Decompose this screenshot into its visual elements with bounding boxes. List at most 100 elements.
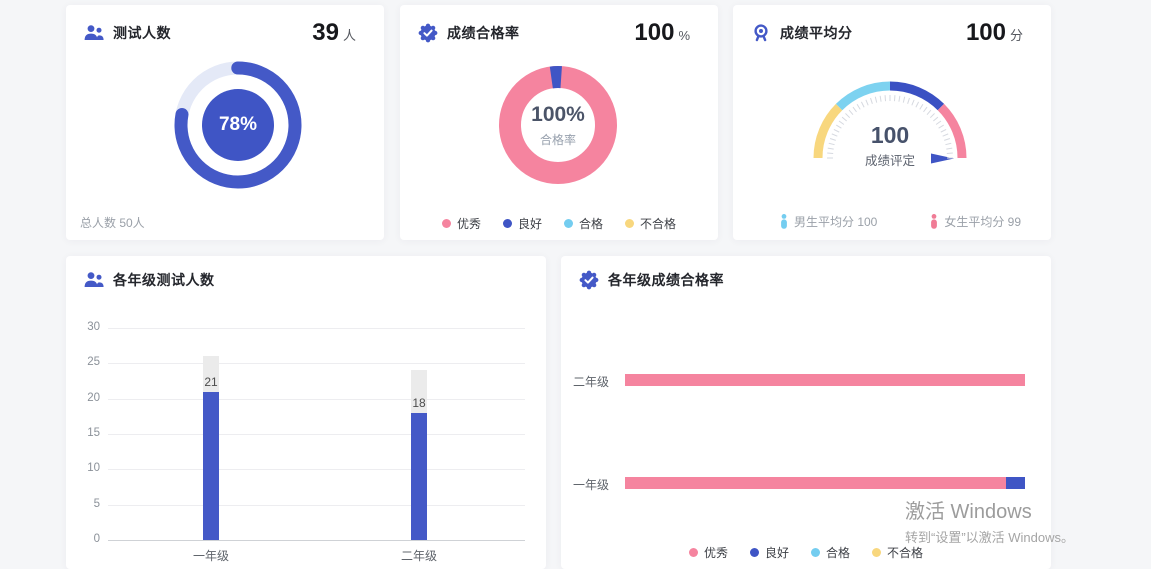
gridline	[108, 328, 525, 329]
legend-item[interactable]: 良好	[750, 544, 789, 561]
y-tick-label: 10	[68, 462, 100, 474]
y-tick-label: 20	[68, 392, 100, 404]
card-value: 100 分	[966, 19, 1023, 47]
gauge-tick	[903, 97, 904, 103]
total-count-note: 总人数 50人	[80, 214, 145, 231]
legend-label: 合格	[826, 544, 850, 561]
gauge-tick	[849, 110, 853, 115]
pass-rate-donut-chart[interactable]: 100% 合格率	[493, 60, 623, 190]
hbar-row[interactable]	[625, 477, 1025, 489]
y-tick-label: 5	[68, 498, 100, 510]
female-icon	[929, 214, 939, 229]
value-number: 100	[966, 19, 1006, 47]
bar-tested[interactable]	[203, 392, 219, 540]
male-average: 男生平均分 100	[779, 213, 877, 230]
card-title: 成绩平均分	[780, 23, 853, 43]
legend-label: 良好	[765, 544, 789, 561]
card-header: 成绩合格率 100 %	[400, 5, 718, 47]
gauge-label: 成绩评定	[795, 150, 985, 169]
y-tick-label: 30	[68, 321, 100, 333]
x-axis-label: 二年级	[389, 547, 449, 564]
pass-rate-center-label: 合格率	[540, 131, 576, 148]
male-average-text: 男生平均分 100	[794, 213, 877, 230]
legend-item[interactable]: 合格	[564, 215, 603, 232]
bar-value-label: 21	[191, 375, 231, 389]
gauge-tick	[871, 98, 873, 104]
legend-item[interactable]: 合格	[811, 544, 850, 561]
legend-label: 不合格	[640, 215, 676, 232]
grade-pass-legend: 优秀 良好 合格 不合格	[561, 544, 1051, 561]
legend-dot-icon	[503, 219, 512, 228]
tested-progress-chart[interactable]: 78%	[168, 55, 308, 195]
x-axis-label: 一年级	[181, 547, 241, 564]
legend-dot-icon	[564, 219, 573, 228]
value-unit: %	[678, 28, 690, 43]
gridline	[108, 505, 525, 506]
pass-rate-legend: 优秀 良好 合格 不合格	[400, 215, 718, 232]
card-avg-score: 成绩平均分 100 分 100 成绩评定 男生平均分 100	[733, 5, 1051, 240]
hbar-row[interactable]	[625, 374, 1025, 386]
legend-dot-icon	[811, 548, 820, 557]
gauge-tick	[927, 110, 931, 115]
gauge-segment	[839, 86, 890, 107]
score-gauge-chart[interactable]: 100 成绩评定	[795, 58, 985, 168]
card-header: 成绩平均分 100 分	[733, 5, 1051, 47]
value-number: 100	[634, 19, 674, 47]
card-title: 测试人数	[113, 23, 171, 43]
donut-center: 100% 合格率	[493, 60, 623, 190]
legend-label: 不合格	[887, 544, 923, 561]
card-value: 39 人	[312, 19, 356, 47]
legend-item[interactable]: 不合格	[625, 215, 676, 232]
card-grade-test-count: 各年级测试人数 05101520253021一年级18二年级	[66, 256, 546, 569]
gauge-tick	[842, 117, 847, 121]
hbar-segment[interactable]	[1006, 477, 1025, 489]
legend-label: 优秀	[704, 544, 728, 561]
gauge-tick	[853, 107, 857, 112]
legend-item[interactable]: 优秀	[442, 215, 481, 232]
gauge-tick	[916, 102, 919, 107]
legend-label: 良好	[518, 215, 542, 232]
grade-count-plot[interactable]: 05101520253021一年级18二年级	[66, 256, 546, 569]
card-test-count: 测试人数 39 人 78% 总人数 50人	[66, 5, 384, 240]
value-unit: 人	[343, 25, 356, 44]
y-category-label: 二年级	[567, 373, 609, 390]
card-value: 100 %	[634, 19, 690, 47]
gauge-tick	[924, 107, 928, 112]
y-tick-label: 15	[68, 427, 100, 439]
legend-item[interactable]: 不合格	[872, 544, 923, 561]
hbar-segment[interactable]	[625, 477, 1006, 489]
legend-label: 优秀	[457, 215, 481, 232]
gauge-tick	[875, 97, 876, 103]
gridline	[108, 469, 525, 470]
grade-pass-plot[interactable]: 二年级一年级	[561, 256, 1051, 569]
bar-tested[interactable]	[411, 413, 427, 540]
gauge-segment	[890, 86, 941, 107]
female-average-text: 女生平均分 99	[944, 213, 1021, 230]
card-grade-pass-rate: 各年级成绩合格率 二年级一年级 优秀良好合格不合格	[561, 256, 1051, 569]
y-tick-label: 0	[68, 533, 100, 545]
legend-dot-icon	[750, 548, 759, 557]
legend-dot-icon	[442, 219, 451, 228]
gender-averages: 男生平均分 100 女生平均分 99	[733, 213, 1051, 230]
progress-percent-label: 78%	[168, 55, 308, 195]
gauge-tick	[857, 104, 860, 109]
bar-value-label: 18	[399, 396, 439, 410]
male-icon	[779, 214, 789, 229]
legend-item[interactable]: 良好	[503, 215, 542, 232]
gauge-tick	[920, 104, 923, 109]
gridline	[108, 540, 525, 541]
hbar-segment[interactable]	[625, 374, 1025, 386]
card-header: 测试人数 39 人	[66, 5, 384, 47]
y-category-label: 一年级	[567, 476, 609, 493]
gauge-tick	[912, 100, 914, 106]
gauge-tick	[899, 96, 900, 102]
badge-check-icon	[418, 23, 438, 43]
card-title: 成绩合格率	[447, 23, 520, 43]
legend-dot-icon	[872, 548, 881, 557]
gridline	[108, 434, 525, 435]
legend-item[interactable]: 优秀	[689, 544, 728, 561]
gauge-tick	[908, 98, 910, 104]
gauge-value: 100	[795, 122, 985, 149]
pass-rate-center-value: 100%	[531, 103, 585, 127]
gauge-tick	[880, 96, 881, 102]
